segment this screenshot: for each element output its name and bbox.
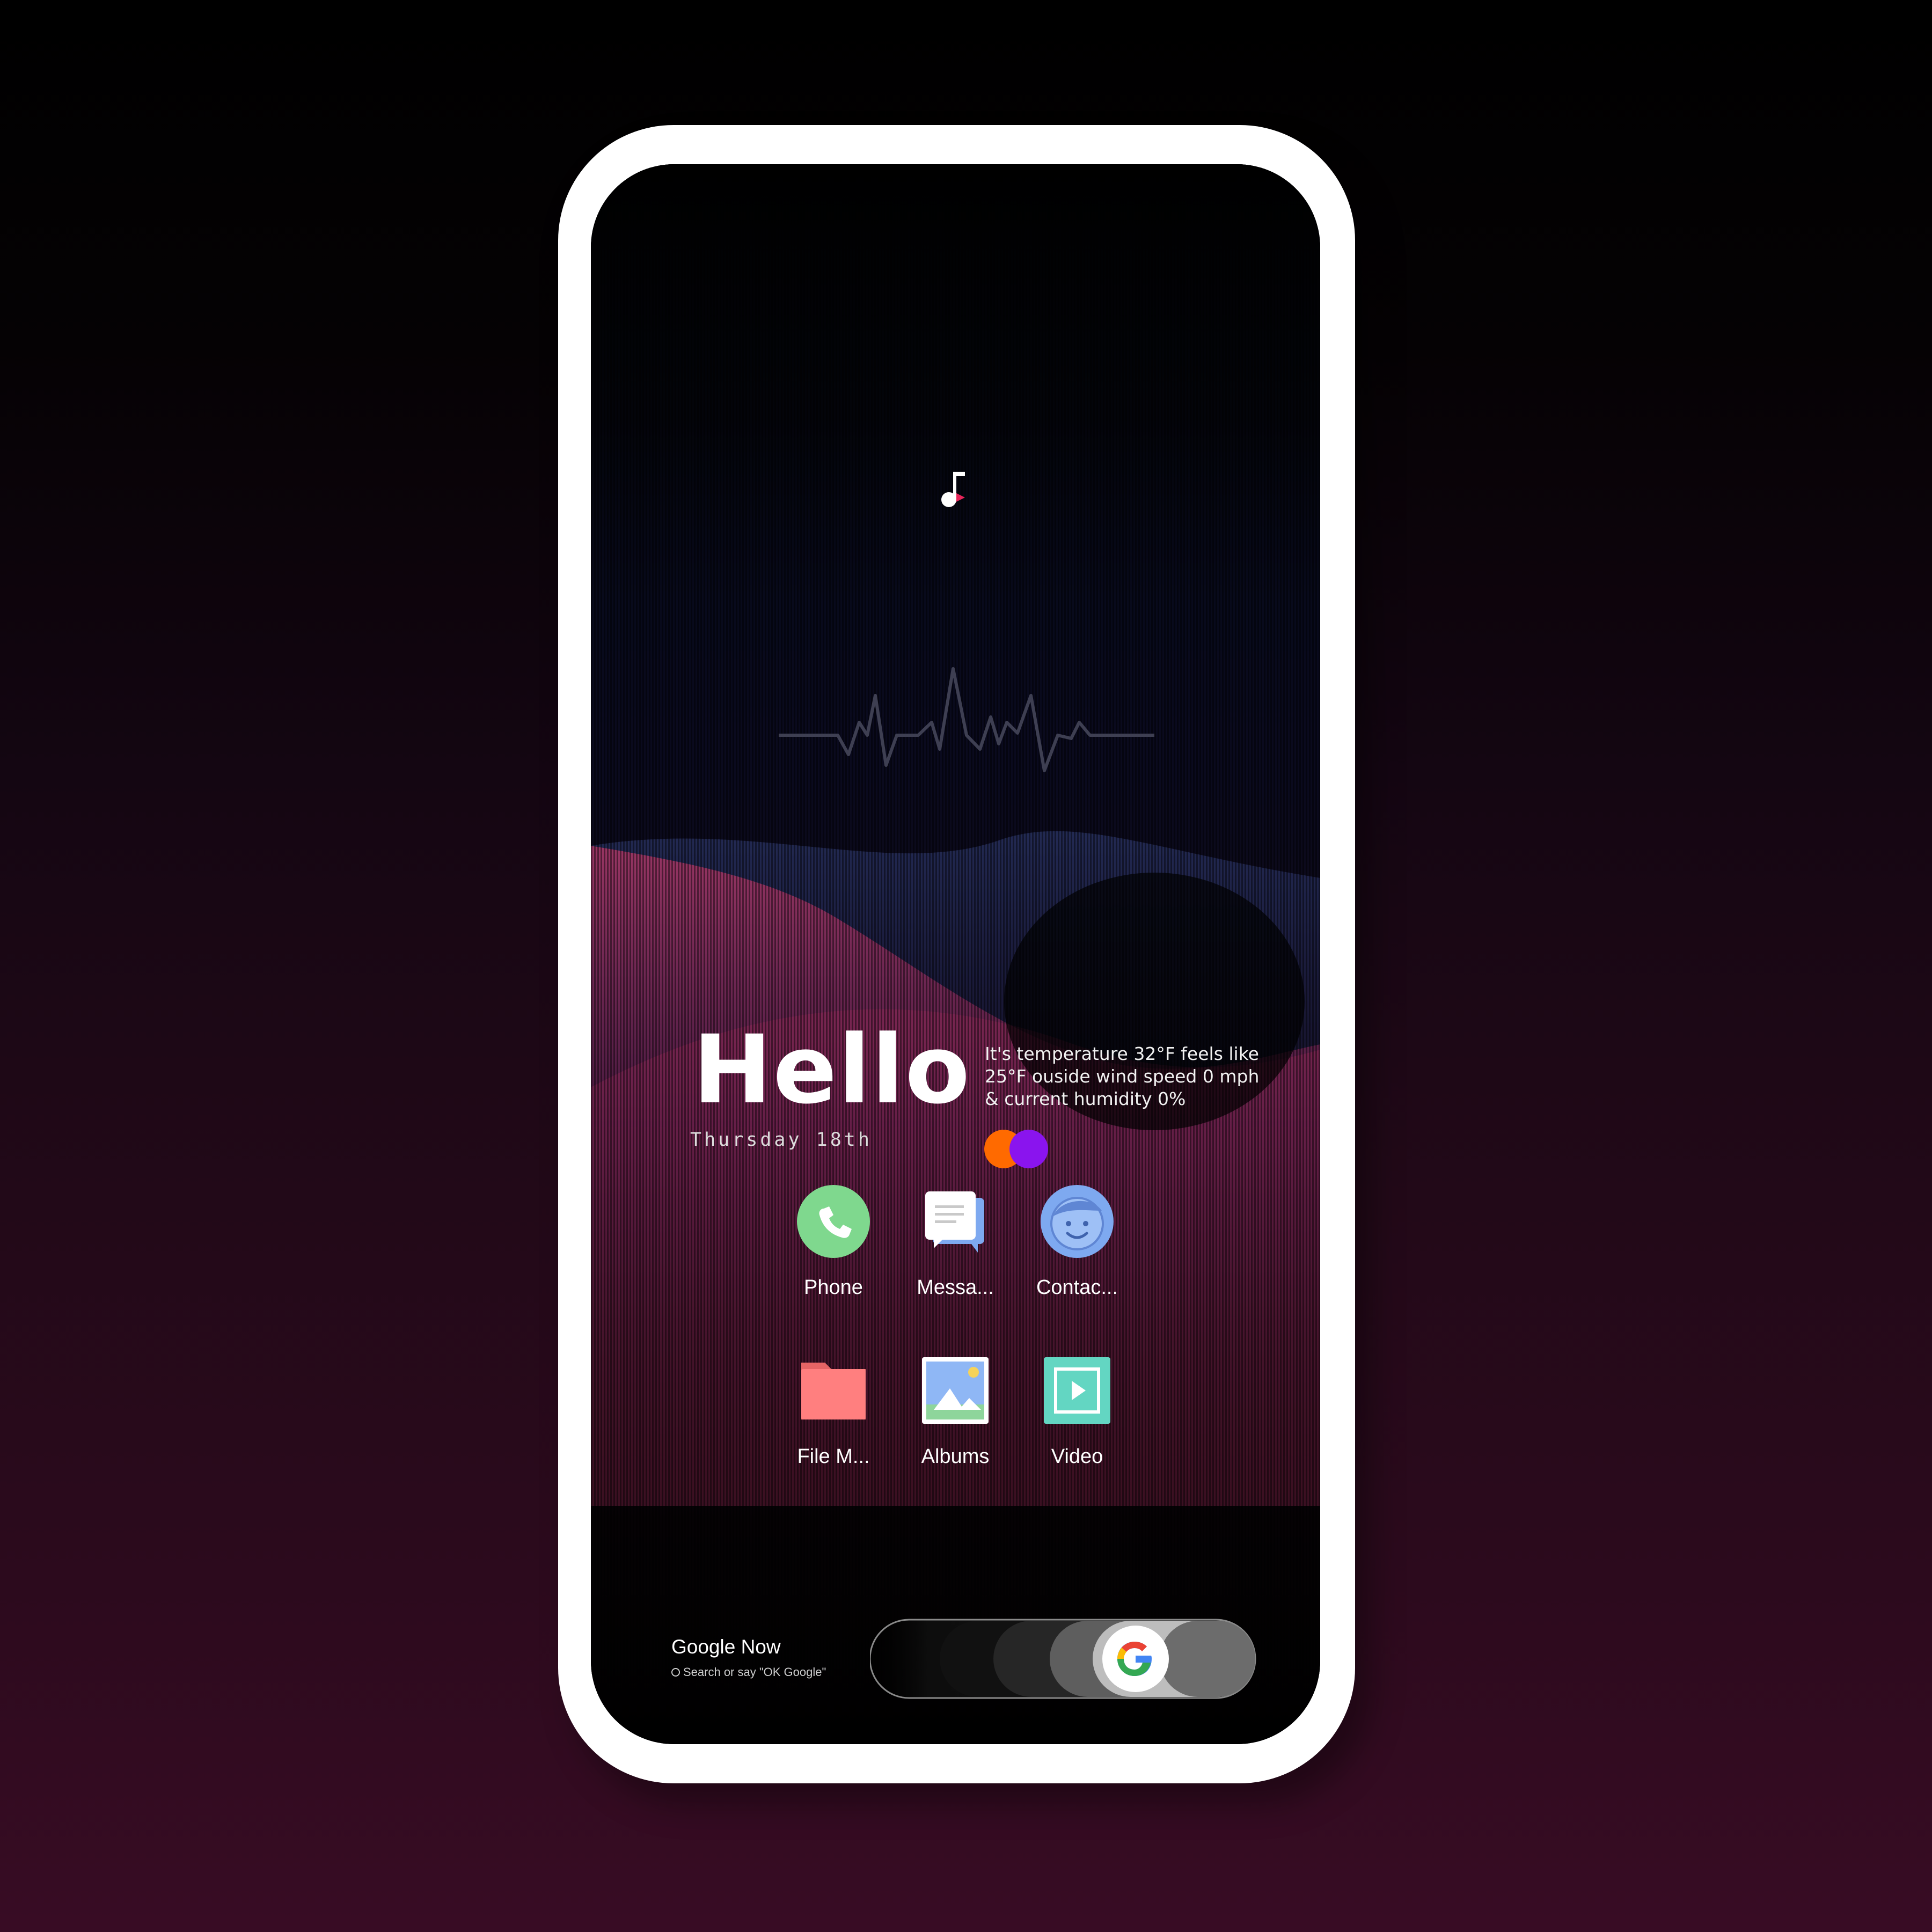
phone-icon	[796, 1184, 871, 1259]
app-label: Phone	[804, 1276, 863, 1299]
messages-icon	[918, 1184, 993, 1259]
google-search-hint[interactable]: Search or say "OK Google"	[671, 1665, 826, 1679]
app-video[interactable]: Video	[1015, 1353, 1139, 1468]
google-search-pill[interactable]	[870, 1619, 1256, 1699]
app-label: Albums	[921, 1445, 990, 1468]
file-manager-icon	[796, 1353, 871, 1428]
app-contacts[interactable]: Contac...	[1015, 1184, 1139, 1299]
app-albums[interactable]: Albums	[894, 1353, 1017, 1468]
albums-icon	[918, 1353, 993, 1428]
wallpaper	[591, 164, 1320, 1744]
app-file-manager[interactable]: File M...	[772, 1353, 895, 1468]
app-label: Contac...	[1036, 1276, 1118, 1299]
home-screen: Hello Thursday 18th It's temperature 32°…	[591, 164, 1320, 1744]
app-label: Messa...	[917, 1276, 994, 1299]
google-now-title[interactable]: Google Now	[671, 1636, 781, 1658]
google-search-hint-text: Search or say "OK Google"	[683, 1665, 826, 1679]
greeting-text: Hello	[693, 1015, 971, 1125]
app-label: Video	[1051, 1445, 1103, 1468]
heartbeat-line-icon	[779, 667, 1154, 772]
app-phone[interactable]: Phone	[772, 1184, 895, 1299]
contacts-icon	[1040, 1184, 1115, 1259]
weather-text: It's temperature 32°F feels like 25°F ou…	[985, 1043, 1260, 1109]
app-label: File M...	[797, 1445, 870, 1468]
purple-dot	[1009, 1130, 1048, 1168]
music-note-icon[interactable]	[937, 467, 969, 510]
video-icon	[1040, 1353, 1115, 1428]
search-icon	[671, 1668, 680, 1677]
date-text: Thursday 18th	[690, 1129, 872, 1151]
app-messages[interactable]: Messa...	[894, 1184, 1017, 1299]
